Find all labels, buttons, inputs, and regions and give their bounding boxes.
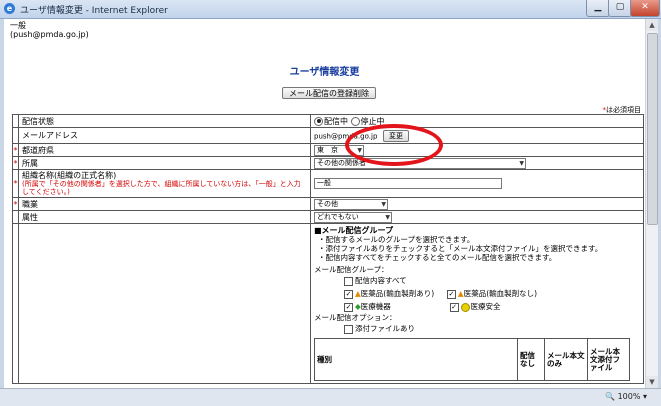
medical-device-checkbox[interactable]: ✓ [344, 302, 353, 312]
close-button[interactable]: ✕ [630, 0, 660, 17]
email-label: メールアドレス [18, 127, 311, 144]
mail-group-section: ■メール配信グループ ・配信するメールのグループを選択できます。 ・添付ファイル… [314, 226, 640, 381]
mail-group-notes: ・配信するメールのグループを選択できます。 ・添付ファイルありをチェックすると「… [318, 235, 603, 262]
status-bar: 🔍 100% ▾ [0, 388, 661, 406]
delete-registration-button[interactable]: メール配信の登録削除 [282, 87, 376, 99]
circle-icon [460, 302, 470, 312]
all-content-checkbox[interactable] [344, 276, 353, 286]
account-type: 一般 [10, 21, 26, 30]
header-type: 種別 [314, 338, 518, 381]
scroll-up-icon[interactable]: ▲ [646, 19, 658, 31]
status-label: 配信状態 [18, 114, 311, 128]
attachment-checkbox[interactable] [344, 324, 353, 334]
minimize-button[interactable]: ▁ [586, 0, 610, 17]
drug-without-blood-checkbox[interactable]: ✓ [446, 289, 456, 299]
row-attribute: 属性 どれでもない ▼ [12, 210, 644, 224]
scroll-down-icon[interactable]: ▼ [646, 376, 658, 388]
page-content: 一般 (push@pmda.go.jp) ユーザ情報変更 メール配信の登録削除 … [4, 19, 645, 388]
occupation-select[interactable]: その他 ▼ [314, 198, 388, 210]
scroll-thumb[interactable] [647, 33, 658, 225]
medical-safety-checkbox[interactable]: ✓ [449, 302, 459, 312]
header-body-only: メール本文のみ [544, 338, 588, 381]
org-name-input[interactable]: 一般 [314, 178, 502, 189]
vertical-scrollbar[interactable]: ▲ ▼ [645, 19, 658, 388]
title-bar: e ユーザ情報変更 - Internet Explorer ▁ ▢ ✕ [0, 0, 661, 19]
option-label: メール配信オプション： [314, 313, 397, 322]
org-note: (所属で「その他の関係者」を選択した方で、組織に所属していない方は、「一般」と入… [22, 179, 301, 196]
occupation-label: 職業 [18, 197, 311, 211]
zoom-level[interactable]: 🔍 100% ▾ [605, 392, 647, 401]
chevron-down-icon: ▼ [381, 200, 386, 208]
maximize-button[interactable]: ▢ [608, 0, 632, 17]
attribute-select[interactable]: どれでもない ▼ [314, 211, 392, 223]
header-body-attachment: メール本文添付ファイル [587, 338, 630, 381]
row-email: メールアドレス push@pmda.go.jp 変更 [12, 127, 644, 144]
ie-icon: e [4, 3, 15, 14]
attribute-label: 属性 [18, 210, 311, 224]
affiliation-label: 所属 [18, 156, 311, 170]
delivery-type-table: 種別 配信なし メール本文のみ メール本文添付ファイル [314, 338, 630, 381]
page-title: ユーザ情報変更 [289, 67, 360, 78]
header-no-delivery: 配信なし [517, 338, 545, 381]
drug-with-blood-checkbox[interactable]: ✓ [344, 289, 353, 299]
row-mail-group: ■メール配信グループ ・配信するメールのグループを選択できます。 ・添付ファイル… [12, 223, 644, 384]
row-occupation: * 職業 その他 ▼ [12, 197, 644, 211]
group-label: メール配信グループ： [314, 265, 389, 274]
mail-group-heading: ■メール配信グループ [314, 226, 394, 235]
prefecture-label: 都道府県 [18, 143, 311, 157]
row-organization: * 組織名称(組織の正式名称) (所属で「その他の関係者」を選択した方で、組織に… [12, 169, 644, 198]
radio-stopped[interactable] [350, 116, 360, 126]
account-info: 一般 (push@pmda.go.jp) [10, 21, 89, 39]
row-affiliation: * 所属 その他の関係者 ▼ [12, 156, 644, 170]
radio-delivering[interactable] [314, 116, 323, 126]
radio-delivering-label: 配信中 [324, 116, 348, 126]
highlight-ellipse [345, 124, 443, 166]
window-title: ユーザ情報変更 - Internet Explorer [20, 6, 168, 16]
row-prefecture: * 都道府県 東 京 ▼ [12, 143, 644, 157]
user-form-table: 配信状態 配信中 停止中 メールアドレス push@pmda.go.jp 変更 … [12, 114, 644, 384]
org-label: 組織名称(組織の正式名称) [22, 170, 117, 180]
chevron-down-icon: ▼ [519, 159, 524, 167]
account-email: (push@pmda.go.jp) [10, 30, 89, 39]
chevron-down-icon: ▼ [385, 213, 390, 221]
row-status: 配信状態 配信中 停止中 [12, 114, 644, 128]
